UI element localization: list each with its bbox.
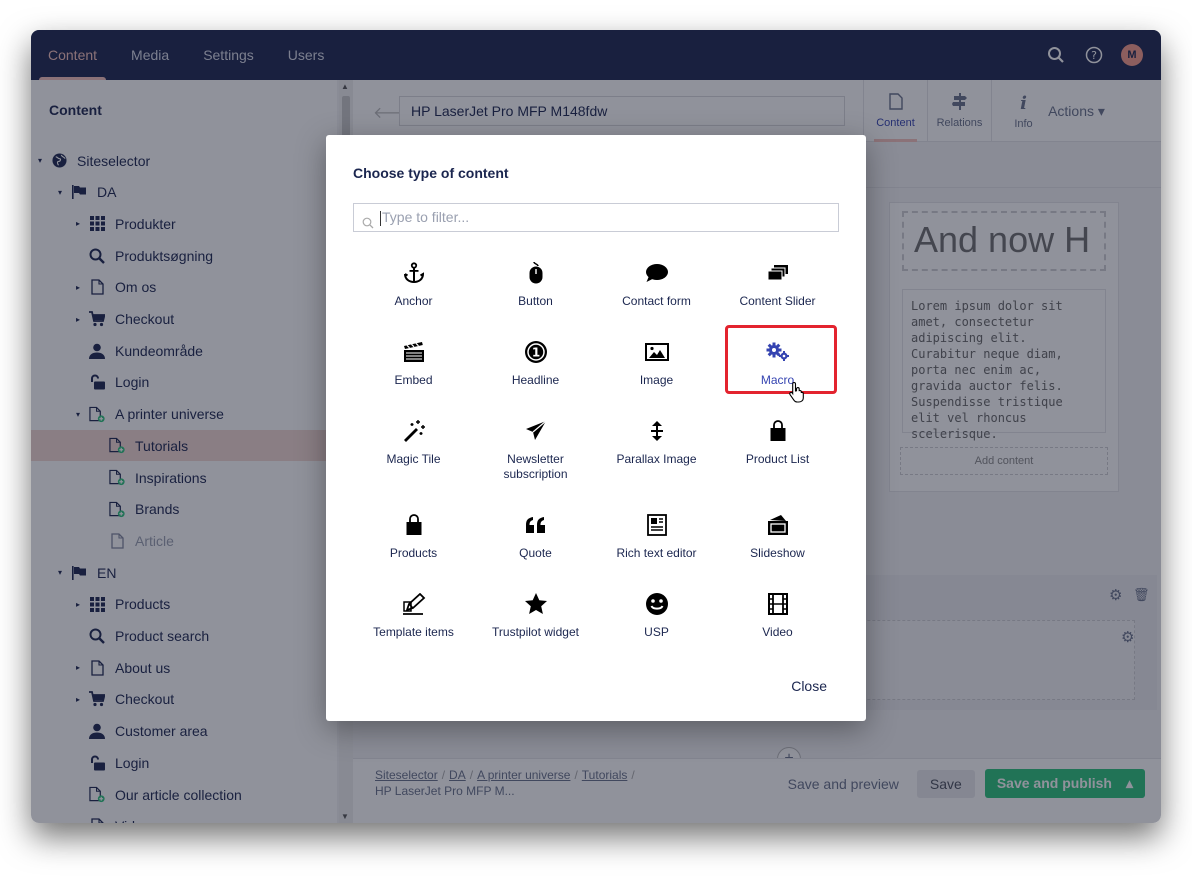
content-type-label: Parallax Image (616, 452, 697, 466)
content-type-label: Trustpilot widget (492, 625, 579, 639)
content-type-video[interactable]: Video (717, 591, 838, 640)
content-type-label: Video (762, 625, 793, 639)
star-icon (523, 591, 549, 617)
dialog-title: Choose type of content (353, 165, 509, 181)
content-type-anchor[interactable]: Anchor (353, 260, 474, 309)
content-type-quote[interactable]: Quote (475, 512, 596, 561)
content-type-slideshow[interactable]: Slideshow (717, 512, 838, 561)
number-one-icon: 1 (523, 339, 549, 365)
vertical-arrows-icon (644, 418, 670, 444)
content-type-label: Embed (394, 373, 433, 387)
stack-icon (765, 260, 791, 286)
pen-edit-icon (401, 591, 427, 617)
content-type-image[interactable]: Image (596, 339, 717, 388)
hand-cursor-icon (788, 381, 806, 408)
content-type-label: Headline (511, 373, 560, 387)
search-icon (362, 211, 374, 238)
filter-placeholder: Type to filter... (382, 209, 470, 225)
magic-wand-icon (401, 418, 427, 444)
content-type-label: Slideshow (750, 546, 805, 560)
content-type-label: Template items (373, 625, 454, 639)
newspaper-icon (644, 512, 670, 538)
close-button[interactable]: Close (791, 678, 827, 694)
content-type-parallax-image[interactable]: Parallax Image (596, 418, 717, 467)
quote-icon (523, 512, 549, 538)
content-type-label: Rich text editor (616, 546, 697, 560)
content-type-rich-text-editor[interactable]: Rich text editor (596, 512, 717, 561)
mouse-icon (523, 260, 549, 286)
content-type-label: Newsletter subscription (503, 452, 568, 481)
content-type-label: Contact form (622, 294, 691, 308)
content-type-embed[interactable]: Embed (353, 339, 474, 388)
anchor-icon (401, 260, 427, 286)
content-type-button[interactable]: Button (475, 260, 596, 309)
slides-icon (765, 512, 791, 538)
content-type-usp[interactable]: USP (596, 591, 717, 640)
svg-text:1: 1 (531, 346, 539, 360)
content-type-label: Product List (745, 452, 810, 466)
shopping-bag-icon (401, 512, 427, 538)
paper-plane-icon (523, 418, 549, 444)
filter-input[interactable]: Type to filter... (353, 203, 839, 232)
clapperboard-icon (401, 339, 427, 365)
content-type-headline[interactable]: 1 Headline (475, 339, 596, 388)
content-type-magic-tile[interactable]: Magic Tile (353, 418, 474, 467)
content-type-trustpilot-widget[interactable]: Trustpilot widget (475, 591, 596, 640)
film-icon (765, 591, 791, 617)
content-type-label: Image (639, 373, 674, 387)
content-type-label: Products (389, 546, 438, 560)
smiley-icon (644, 591, 670, 617)
content-type-products[interactable]: Products (353, 512, 474, 561)
content-type-dialog: Choose type of content Type to filter...… (326, 135, 866, 721)
content-type-label: Anchor (394, 294, 433, 308)
text-cursor (380, 210, 381, 226)
content-type-label: Magic Tile (386, 452, 441, 466)
content-type-label: Quote (519, 546, 552, 560)
content-type-contact-form[interactable]: Contact form (596, 260, 717, 309)
content-type-product-list[interactable]: Product List (717, 418, 838, 467)
highlight-frame (725, 325, 837, 394)
content-type-label: Content Slider (739, 294, 816, 308)
speech-bubble-icon (644, 260, 670, 286)
content-type-content-slider[interactable]: Content Slider (717, 260, 838, 309)
content-type-label: USP (644, 625, 669, 639)
picture-icon (644, 339, 670, 365)
content-type-template-items[interactable]: Template items (353, 591, 474, 640)
content-type-label: Button (518, 294, 553, 308)
content-type-newsletter-subscription[interactable]: Newsletter subscription (475, 418, 596, 482)
shopping-bag-icon (765, 418, 791, 444)
